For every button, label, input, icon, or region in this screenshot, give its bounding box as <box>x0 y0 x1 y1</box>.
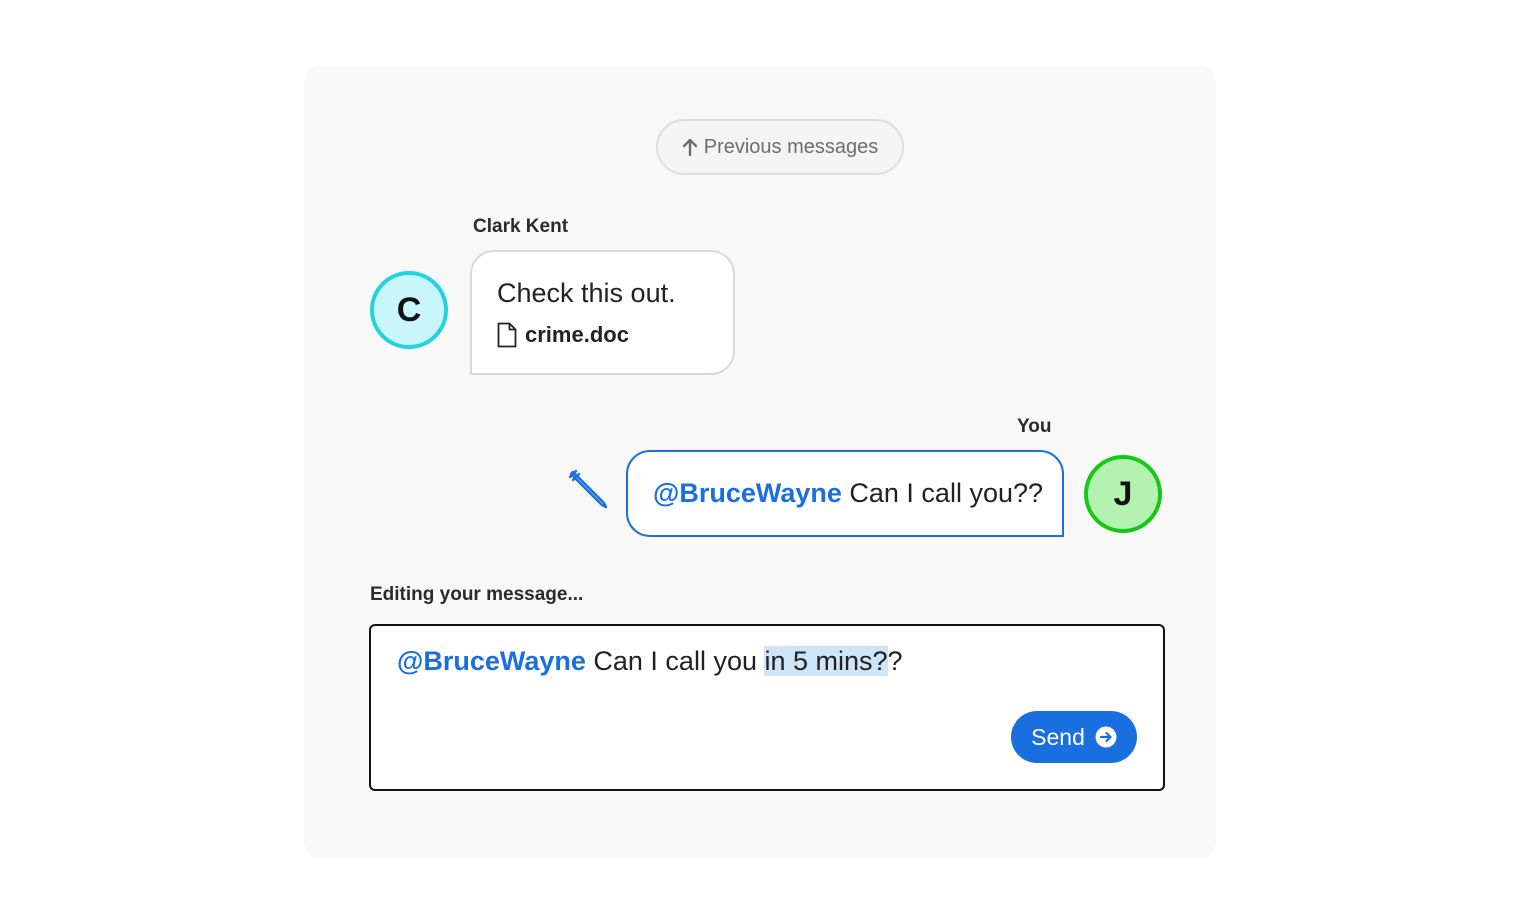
message-text: Check this out. <box>497 278 676 308</box>
editing-label: Editing your message... <box>370 584 584 605</box>
previous-messages-button[interactable]: Previous messages <box>656 119 904 175</box>
editor-text-after: ? <box>887 646 903 676</box>
send-button[interactable]: Send <box>1011 711 1137 763</box>
pencil-icon[interactable] <box>567 468 609 510</box>
avatar: C <box>370 271 448 349</box>
editor-input[interactable]: @BruceWayne Can I call you in 5 mins?? <box>397 646 903 677</box>
editor-text-before: Can I call you <box>585 646 765 676</box>
message-bubble-incoming: Check this out. crime.doc <box>470 250 735 375</box>
message-editor[interactable]: @BruceWayne Can I call you in 5 mins?? <box>369 624 1165 791</box>
previous-messages-label: Previous messages <box>703 135 879 158</box>
sender-name: Clark Kent <box>473 216 569 237</box>
avatar: J <box>1084 455 1162 533</box>
selected-text: in 5 mins? <box>764 646 888 676</box>
message-bubble-outgoing: @BruceWayne Can I call you?? <box>626 450 1064 537</box>
attachment-link[interactable]: crime.doc <box>497 322 629 348</box>
arrow-up-icon <box>682 138 698 156</box>
mention: @BruceWayne <box>397 646 586 676</box>
sender-name: You <box>1017 416 1052 437</box>
mention[interactable]: @BruceWayne <box>653 478 842 509</box>
arrow-right-circle-icon <box>1095 726 1117 748</box>
send-label: Send <box>1031 723 1085 750</box>
attachment-name: crime.doc <box>525 322 629 347</box>
document-icon <box>497 322 517 348</box>
message-text: Can I call you?? <box>841 478 1044 508</box>
